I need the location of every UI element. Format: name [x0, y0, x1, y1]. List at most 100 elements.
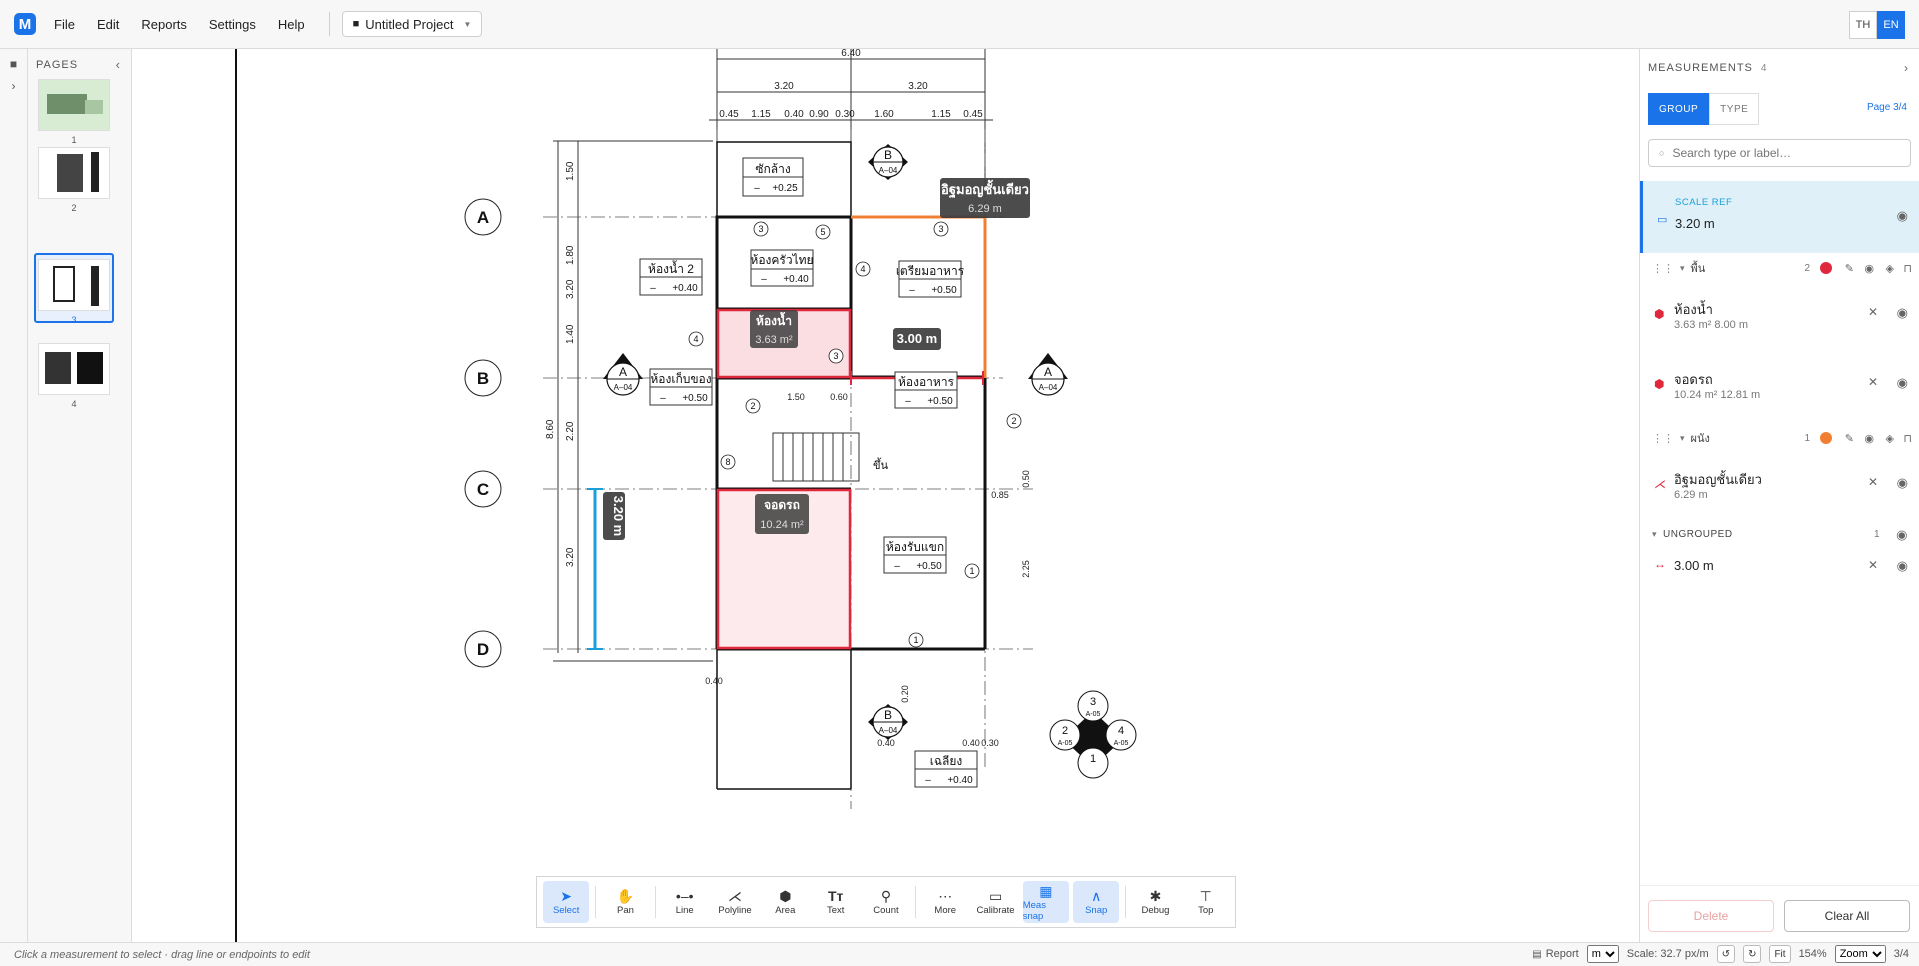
chevron-down-icon[interactable]: ▾ — [1652, 529, 1657, 540]
page-thumb-2[interactable]: 2 — [34, 143, 114, 213]
chevron-down-icon[interactable]: ▾ — [1680, 433, 1685, 444]
measurement-name: อิฐมอญชั้นเดียว — [1674, 472, 1762, 487]
lock-icon[interactable]: ⊓ — [1903, 262, 1912, 275]
tool-select[interactable]: ➤ Select — [543, 881, 590, 923]
tool-top[interactable]: ⊤ Top — [1183, 881, 1229, 923]
rotate-right-icon[interactable]: ↻ — [1743, 945, 1762, 963]
eye-icon[interactable]: ◉ — [1897, 305, 1908, 321]
eye-icon[interactable]: ◉ — [1864, 262, 1874, 275]
layers-icon[interactable]: ◈ — [1886, 262, 1894, 275]
label-garage[interactable]: จอดรถ 10.24 m² — [755, 494, 809, 534]
project-selector[interactable]: ■ Untitled Project ▼ — [341, 11, 483, 37]
drag-handle-icon[interactable]: ⋮⋮ — [1652, 432, 1674, 445]
tool-more[interactable]: ⋯ More — [922, 881, 968, 923]
menu-settings[interactable]: Settings — [209, 17, 256, 32]
page-thumb-1[interactable]: 1 — [34, 75, 114, 145]
tab-group[interactable]: GROUP — [1648, 93, 1710, 125]
lang-en-button[interactable]: EN — [1877, 11, 1905, 39]
group-header-wall[interactable]: ⋮⋮ ▾ ผนัง 1 ✎ ◉ ◈ ⊓ — [1640, 425, 1919, 451]
svg-text:A–04: A–04 — [879, 726, 898, 735]
stairs-label: ขึ้น — [873, 457, 889, 472]
section-mark: B A–04 — [868, 704, 908, 740]
delete-button[interactable]: Delete — [1648, 900, 1774, 932]
collapse-pages-icon[interactable]: ‹ — [116, 57, 121, 72]
search-input[interactable] — [1672, 146, 1893, 160]
page-thumb-number: 2 — [71, 203, 77, 213]
eye-icon[interactable]: ◉ — [1897, 208, 1908, 224]
pages-panel: PAGES ‹ 1 2 3 4 — [28, 49, 132, 942]
folder-icon[interactable]: ■ — [0, 57, 27, 71]
measurement-value: 3.00 m — [1674, 558, 1714, 573]
tool-snap[interactable]: ∧ Snap — [1073, 881, 1120, 923]
zoom-percent: 154% — [1798, 948, 1827, 960]
tool-debug[interactable]: ✱ Debug — [1132, 881, 1178, 923]
tool-area[interactable]: ⬢ Area — [762, 881, 808, 923]
menu-reports[interactable]: Reports — [141, 17, 187, 32]
layers-icon[interactable]: ◈ — [1886, 432, 1894, 445]
callout-number: 3 — [833, 351, 838, 361]
label-bathroom[interactable]: ห้องน้ำ 3.63 m² — [750, 310, 798, 348]
eye-icon[interactable]: ◉ — [1897, 475, 1908, 491]
pencil-icon[interactable]: ✎ — [1845, 262, 1854, 275]
measurement-item[interactable]: ⋌ อิฐมอญชั้นเดียว 6.29 m ✕ ◉ — [1640, 455, 1919, 515]
section-mark: A A–04 — [603, 353, 643, 396]
lock-icon[interactable]: ⊓ — [1903, 432, 1912, 445]
label-line[interactable]: 3.00 m — [893, 328, 941, 350]
unit-select[interactable]: m — [1586, 945, 1619, 963]
fit-button[interactable]: Fit — [1769, 945, 1791, 963]
page-thumb-4[interactable]: 4 — [34, 339, 114, 409]
tool-count[interactable]: ⚲ Count — [863, 881, 909, 923]
chevron-down-icon[interactable]: ▾ — [1680, 263, 1685, 274]
menu-help[interactable]: Help — [278, 17, 305, 32]
measurement-value: 3.63 m² 8.00 m — [1674, 319, 1748, 331]
dim-text: 0.90 — [809, 109, 829, 120]
measurement-item[interactable]: ⬢ ห้องน้ำ 3.63 m² 8.00 m ✕ ◉ — [1640, 285, 1919, 345]
label-scale[interactable]: 3.20 m — [603, 492, 626, 540]
color-swatch[interactable] — [1820, 262, 1832, 274]
tab-type[interactable]: TYPE — [1709, 93, 1760, 125]
menu-file[interactable]: File — [54, 17, 75, 32]
eye-icon[interactable]: ◉ — [1897, 558, 1908, 574]
close-icon[interactable]: ✕ — [1868, 375, 1878, 389]
rotate-left-icon[interactable]: ↺ — [1716, 945, 1736, 963]
close-icon[interactable]: ✕ — [1868, 558, 1878, 572]
lang-th-button[interactable]: TH — [1849, 11, 1877, 39]
color-swatch[interactable] — [1820, 432, 1832, 444]
ungrouped-header[interactable]: ▾ UNGROUPED 1 ◉ — [1640, 521, 1919, 547]
chevron-right-icon[interactable]: › — [0, 79, 27, 93]
pencil-icon[interactable]: ✎ — [1845, 432, 1854, 445]
svg-text:–: – — [894, 561, 900, 572]
tool-pan[interactable]: ✋ Pan — [602, 881, 648, 923]
drag-handle-icon[interactable]: ⋮⋮ — [1652, 262, 1674, 275]
svg-text:4: 4 — [1118, 725, 1124, 737]
svg-text:10.24 m²: 10.24 m² — [760, 519, 804, 531]
tool-calibrate[interactable]: ▭ Calibrate — [972, 881, 1018, 923]
report-button[interactable]: ▤ Report — [1532, 948, 1578, 960]
eye-icon[interactable]: ◉ — [1896, 527, 1908, 543]
measurement-name: ห้องน้ำ — [1674, 302, 1713, 317]
tool-line[interactable]: •–• Line — [662, 881, 708, 923]
room-tag: ห้องครัวไทย – +0.40 — [750, 249, 814, 287]
clear-all-button[interactable]: Clear All — [1784, 900, 1910, 932]
drawing-canvas[interactable]: 6.40 3.20 3.20 0.45 1.15 0.40 0.90 0.30 … — [133, 49, 1639, 942]
svg-text:+0.50: +0.50 — [916, 561, 942, 572]
toolbar-divider — [1125, 886, 1127, 918]
menu-edit[interactable]: Edit — [97, 17, 119, 32]
more-icon: ⋯ — [938, 888, 953, 904]
eye-icon[interactable]: ◉ — [1897, 375, 1908, 391]
eye-icon[interactable]: ◉ — [1864, 432, 1874, 445]
chevron-right-icon[interactable]: › — [1904, 61, 1909, 75]
tool-polyline[interactable]: ⋌ Polyline — [712, 881, 758, 923]
scale-ref-card[interactable]: ▭ SCALE REF 3.20 m ◉ — [1640, 181, 1919, 253]
measurement-item[interactable]: ↔ 3.00 m ✕ ◉ — [1640, 549, 1919, 583]
label-perimeter[interactable]: อิฐมอญชั้นเดียว 6.29 m — [940, 178, 1030, 218]
measurement-item[interactable]: ⬢ จอดรถ 10.24 m² 12.81 m ✕ ◉ — [1640, 355, 1919, 415]
tool-meas-snap[interactable]: ▦ Meas snap — [1022, 881, 1070, 923]
callout-number: 4 — [860, 264, 865, 274]
page-thumb-3[interactable]: 3 — [34, 253, 114, 325]
group-header-floor[interactable]: ⋮⋮ ▾ พื้น 2 ✎ ◉ ◈ ⊓ — [1640, 255, 1919, 281]
close-icon[interactable]: ✕ — [1868, 475, 1878, 489]
zoom-select[interactable]: Zoom — [1834, 945, 1886, 963]
tool-text[interactable]: Tт Text — [813, 881, 859, 923]
close-icon[interactable]: ✕ — [1868, 305, 1878, 319]
